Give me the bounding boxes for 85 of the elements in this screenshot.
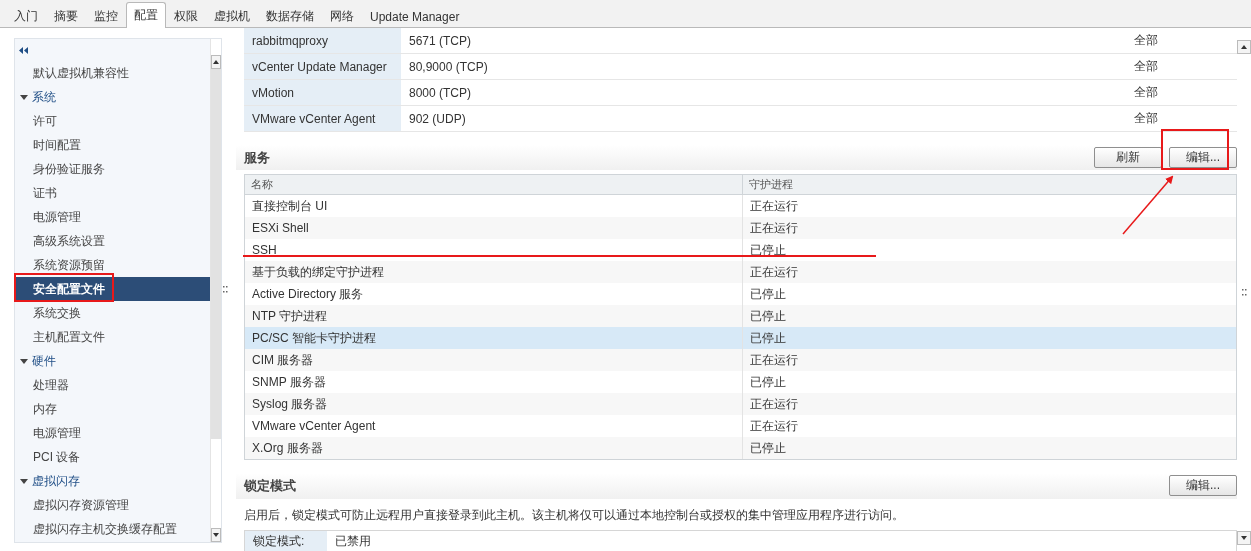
table-cell: vCenter Update Manager (244, 54, 401, 79)
column-header[interactable]: 守护进程 (743, 175, 1236, 195)
table-cell: VMware vCenter Agent (244, 106, 401, 131)
tab[interactable]: 数据存储 (258, 4, 322, 28)
table-cell-text: 已停止 (749, 373, 787, 391)
sidebar-item[interactable]: 证书 (15, 181, 210, 205)
table-cell-text: 正在运行 (749, 263, 799, 281)
column-header[interactable]: 名称 (245, 175, 743, 195)
table-cell-text: 全部 (1134, 110, 1159, 127)
table-cell-text: 全部 (1134, 32, 1159, 49)
annotation-arrow (1122, 175, 1174, 235)
table-cell-text: 全部 (1134, 58, 1159, 75)
table-row[interactable]: X.Org 服务器 已停止 (245, 437, 1236, 460)
table-row[interactable]: CIM 服务器 正在运行 (245, 349, 1236, 372)
table-cell-text: 8000 (TCP) (408, 84, 473, 102)
table-cell-text: 902 (UDP) (408, 110, 467, 128)
tab[interactable]: 虚拟机 (206, 4, 258, 28)
table-row[interactable]: Syslog 服务器 正在运行 (245, 393, 1236, 416)
sidebar-item[interactable]: 高级系统设置 (15, 229, 210, 253)
section-title: 锁定模式 (244, 476, 296, 495)
table-cell-text: 已停止 (749, 307, 787, 325)
tab[interactable]: 监控 (86, 4, 126, 28)
section-title: 服务 (244, 148, 270, 167)
table-row[interactable]: 基于负载的绑定守护进程 正在运行 (245, 261, 1236, 284)
tab[interactable]: 配置 (126, 2, 166, 28)
sidebar-item[interactable]: 虚拟闪存主机交换缓存配置 (15, 517, 210, 541)
scroll-up-icon[interactable] (1241, 45, 1247, 49)
edit-button[interactable]: 编辑... (1169, 147, 1237, 169)
collapse-icon[interactable] (19, 46, 28, 54)
sidebar-item[interactable]: 虚拟闪存资源管理 (15, 493, 210, 517)
sidebar-item[interactable]: 默认虚拟机兼容性 (15, 61, 210, 85)
table-cell: 锁定模式: (245, 531, 327, 551)
sidebar-item[interactable]: 内存 (15, 397, 210, 421)
highlight-frame (1161, 129, 1229, 170)
scroll-down-icon[interactable] (213, 533, 219, 537)
table-cell-text: 正在运行 (749, 197, 799, 215)
sidebar-item[interactable]: PCI 设备 (15, 445, 210, 469)
edit-button[interactable]: 编辑... (1169, 475, 1237, 497)
grip-icon[interactable] (1241, 289, 1247, 296)
sidebar-item[interactable]: 主机配置文件 (15, 325, 210, 349)
scroll-up-icon[interactable] (213, 60, 219, 64)
table-row[interactable]: PC/SC 智能卡守护进程 已停止 (245, 327, 1236, 350)
caret-icon[interactable] (19, 477, 29, 485)
table-cell-text: 正在运行 (749, 417, 799, 435)
table-cell-text: 已停止 (749, 241, 787, 259)
tab[interactable]: 摘要 (46, 4, 86, 28)
sidebar-item[interactable]: 安全配置文件 (15, 277, 210, 301)
tab[interactable]: 网络 (322, 4, 362, 28)
sidebar-item[interactable]: 身份验证服务 (15, 157, 210, 181)
caret-icon[interactable] (19, 357, 29, 365)
table-cell-text: 80,9000 (TCP) (408, 58, 489, 76)
sidebar-item[interactable]: 时间配置 (15, 133, 210, 157)
table-cell-text: 已禁用 (334, 532, 371, 550)
table-cell-text: 全部 (1134, 84, 1159, 101)
table-cell-text: 正在运行 (749, 351, 799, 369)
sidebar-item[interactable]: 电源管理 (15, 421, 210, 445)
table-cell-text: 已停止 (749, 285, 787, 303)
table-cell-text: 已停止 (749, 329, 787, 347)
sidebar-item[interactable]: 系统资源预留 (15, 253, 210, 277)
description-text: 启用后，锁定模式可防止远程用户直接登录到此主机。该主机将仅可以通过本地控制台或授权的集中管理应用程序进行访问。 (243, 506, 905, 524)
table-cell: X.Org 服务器 (245, 437, 743, 460)
sidebar-item[interactable]: 许可 (15, 109, 210, 133)
table-cell-text: 正在运行 (749, 395, 799, 413)
tab[interactable]: 权限 (166, 4, 206, 28)
table-cell-text: 正在运行 (749, 219, 799, 237)
grip-icon[interactable] (222, 286, 228, 293)
sidebar-item[interactable]: 处理器 (15, 373, 210, 397)
sidebar-group[interactable]: 硬件 (15, 349, 210, 373)
table-row[interactable]: NTP 守护进程 已停止 (245, 305, 1236, 328)
scrollbar[interactable] (210, 39, 221, 542)
sidebar-item[interactable]: 系统交换 (15, 301, 210, 325)
sidebar-item[interactable]: 电源管理 (15, 205, 210, 229)
table-cell: rabbitmqproxy (244, 28, 401, 53)
scroll-down-icon[interactable] (1241, 536, 1247, 540)
table-cell: vMotion (244, 80, 401, 105)
refresh-button[interactable]: 刷新 (1094, 147, 1162, 169)
sidebar-group[interactable]: 系统 (15, 85, 210, 109)
tab[interactable]: 入门 (6, 4, 46, 28)
sidebar-group[interactable]: 虚拟闪存 (15, 469, 210, 493)
scroll-thumb[interactable] (211, 69, 221, 439)
caret-icon[interactable] (19, 93, 29, 101)
table-cell-text: 5671 (TCP) (408, 32, 473, 50)
table-cell-text: 已停止 (749, 439, 787, 457)
tab[interactable]: Update Manager (362, 4, 468, 28)
table-row[interactable]: ESXi Shell 正在运行 (245, 217, 1236, 240)
